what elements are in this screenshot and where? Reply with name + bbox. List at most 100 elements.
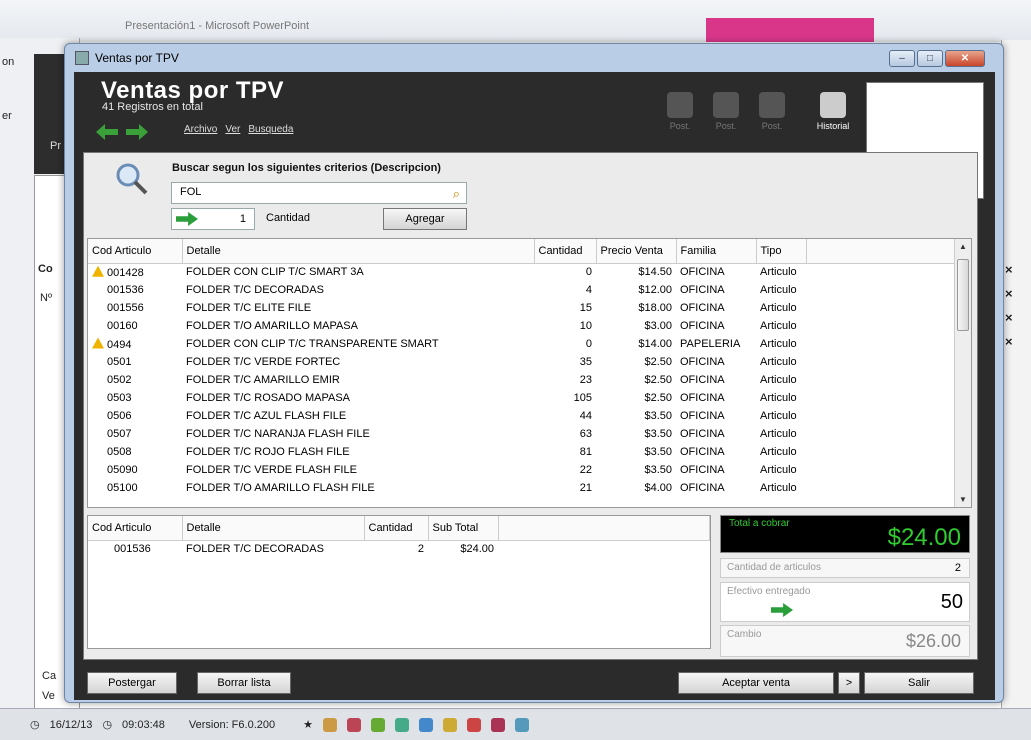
tray-icon[interactable] bbox=[346, 717, 361, 732]
table-row[interactable]: 00160 FOLDER T/O AMARILLO MAPASA 10 $3.00 OF… bbox=[88, 317, 971, 335]
background-label: Co bbox=[38, 263, 53, 275]
close-button[interactable]: ✕ bbox=[945, 50, 985, 67]
column-header[interactable]: Familia bbox=[676, 239, 757, 264]
cell-family: OFICINA bbox=[680, 266, 725, 279]
forward-arrow-icon[interactable] bbox=[126, 124, 148, 140]
column-header[interactable]: Precio Venta bbox=[596, 239, 677, 264]
cell-empty bbox=[806, 299, 971, 317]
magnifier-icon[interactable]: ⌕ bbox=[453, 186, 460, 202]
tray-icon[interactable] bbox=[490, 717, 505, 732]
search-query: FOL bbox=[180, 186, 202, 198]
cell-qty: 0 bbox=[585, 266, 592, 279]
table-row[interactable]: 0501 FOLDER T/C VERDE FORTEC 35 $2.50 OFICIN… bbox=[88, 353, 971, 371]
back-arrow-icon[interactable] bbox=[96, 124, 118, 140]
scroll-thumb[interactable] bbox=[957, 259, 969, 331]
column-header[interactable]: Tipo bbox=[756, 239, 807, 264]
tray-icon[interactable] bbox=[418, 717, 433, 732]
minimize-button[interactable]: – bbox=[889, 50, 915, 67]
cell-subtotal: $24.00 bbox=[460, 543, 494, 556]
cart-row[interactable]: 001536 FOLDER T/C DECORADAS 2 $24.00 bbox=[88, 540, 710, 558]
cart-table[interactable]: Cod Articulo Detalle Cantidad Sub Total … bbox=[87, 515, 711, 649]
scroll-down-icon[interactable]: ▼ bbox=[959, 495, 967, 504]
add-button[interactable]: Agregar bbox=[383, 208, 467, 230]
tray-icon[interactable] bbox=[442, 717, 457, 732]
table-row[interactable]: 0508 FOLDER T/C ROJO FLASH FILE 81 $3.50 OFI… bbox=[88, 443, 971, 461]
code-text: 0494 bbox=[107, 338, 132, 351]
background-label: Ve bbox=[42, 690, 55, 702]
table-row[interactable]: 05100 FOLDER T/O AMARILLO FLASH FILE 21 $4.… bbox=[88, 479, 971, 497]
column-header[interactable]: Detalle bbox=[182, 239, 535, 264]
code-text: 001536 bbox=[107, 284, 144, 296]
tray-icon[interactable] bbox=[322, 717, 337, 732]
table-row[interactable]: 001428 FOLDER CON CLIP T/C SMART 3A 0 $14.5… bbox=[88, 263, 971, 281]
column-header[interactable]: Cantidad bbox=[534, 239, 597, 264]
table-row[interactable]: 0507 FOLDER T/C NARANJA FLASH FILE 63 $3.50… bbox=[88, 425, 971, 443]
cell-detail: FOLDER T/C VERDE FORTEC bbox=[186, 356, 341, 368]
cell-family: OFICINA bbox=[680, 464, 725, 476]
code-text: 05090 bbox=[107, 464, 138, 476]
cash-received-row[interactable]: Efectivo entregado 50 bbox=[720, 582, 970, 622]
close-icon[interactable]: × bbox=[1005, 334, 1013, 349]
background-window-titlebar: Presentación1 - Microsoft PowerPoint bbox=[0, 0, 1031, 42]
menu-busqueda[interactable]: Busqueda bbox=[248, 124, 293, 135]
tray-icon[interactable] bbox=[370, 717, 385, 732]
column-header[interactable]: Detalle bbox=[182, 516, 365, 541]
background-label: on bbox=[2, 56, 15, 68]
tray-icon[interactable] bbox=[394, 717, 409, 732]
cell-qty: 21 bbox=[579, 482, 592, 494]
menu-archivo[interactable]: Archivo bbox=[184, 124, 217, 135]
cell-detail: FOLDER T/C ROJO FLASH FILE bbox=[186, 446, 350, 458]
cell-type: Articulo bbox=[760, 428, 797, 440]
table-row[interactable]: 0503 FOLDER T/C ROSADO MAPASA 105 $2.50 OFIC… bbox=[88, 389, 971, 407]
accept-options-button[interactable]: > bbox=[838, 672, 860, 694]
quantity-input[interactable]: 1 bbox=[171, 208, 255, 230]
results-scrollbar[interactable]: ▲ ▼ bbox=[954, 239, 971, 507]
cell-code: 05090 bbox=[88, 461, 182, 479]
history-button[interactable]: Historial bbox=[810, 92, 856, 131]
table-row[interactable]: 05090 FOLDER T/C VERDE FLASH FILE 22 $3.50 O… bbox=[88, 461, 971, 479]
background-highlight bbox=[706, 18, 874, 42]
cell-qty: 35 bbox=[579, 356, 592, 368]
post-button-3[interactable]: Post. bbox=[752, 92, 792, 131]
table-row[interactable]: 0506 FOLDER T/C AZUL FLASH FILE 44 $3.50 OFI… bbox=[88, 407, 971, 425]
cell-code: 001556 bbox=[88, 299, 182, 317]
cell-qty: 10 bbox=[579, 320, 592, 332]
search-input[interactable]: FOL ⌕ bbox=[171, 182, 467, 204]
column-header[interactable]: Sub Total bbox=[428, 516, 499, 541]
table-row[interactable]: 001536 FOLDER T/C DECORADAS 4 $12.00 OFICINA… bbox=[88, 281, 971, 299]
warning-icon bbox=[92, 337, 104, 349]
cell-family: OFICINA bbox=[680, 356, 725, 368]
tool-label: Historial bbox=[816, 121, 850, 131]
column-header[interactable]: Cantidad bbox=[364, 516, 429, 541]
exit-button[interactable]: Salir bbox=[864, 672, 974, 694]
window-titlebar[interactable]: Ventas por TPV bbox=[65, 44, 1003, 72]
table-row[interactable]: 0502 FOLDER T/C AMARILLO EMIR 23 $2.50 OFICI… bbox=[88, 371, 971, 389]
close-icon[interactable]: × bbox=[1005, 262, 1013, 277]
column-header[interactable]: Cod Articulo bbox=[88, 239, 183, 264]
history-icon bbox=[820, 92, 846, 118]
close-icon[interactable]: × bbox=[1005, 286, 1013, 301]
background-right-panel bbox=[1001, 40, 1031, 720]
cell-type: Articulo bbox=[760, 302, 797, 314]
table-row[interactable]: 0494 FOLDER CON CLIP T/C TRANSPARENTE SMA… bbox=[88, 335, 971, 353]
maximize-button[interactable]: □ bbox=[917, 50, 943, 67]
close-icon[interactable]: × bbox=[1005, 310, 1013, 325]
column-header[interactable]: Cod Articulo bbox=[88, 516, 183, 541]
star-icon[interactable]: ★ bbox=[303, 718, 313, 731]
column-header-empty bbox=[498, 516, 710, 541]
post-button-1[interactable]: Post. bbox=[660, 92, 700, 131]
results-table[interactable]: Cod Articulo Detalle Cantidad Precio Ven… bbox=[87, 238, 972, 508]
scroll-up-icon[interactable]: ▲ bbox=[959, 242, 967, 251]
table-row[interactable]: 001556 FOLDER T/C ELITE FILE 15 $18.00 OFICI… bbox=[88, 299, 971, 317]
cash-received-input[interactable]: 50 bbox=[843, 591, 963, 617]
change-row: Cambio $26.00 bbox=[720, 625, 970, 657]
menu-ver[interactable]: Ver bbox=[225, 124, 240, 135]
post-button-2[interactable]: Post. bbox=[706, 92, 746, 131]
tray-icon[interactable] bbox=[466, 717, 481, 732]
cell-empty bbox=[806, 353, 971, 371]
clear-list-button[interactable]: Borrar lista bbox=[197, 672, 291, 694]
tray-icon[interactable] bbox=[514, 717, 529, 732]
accept-sale-button[interactable]: Aceptar venta bbox=[678, 672, 834, 694]
cell-empty bbox=[806, 371, 971, 389]
postpone-button[interactable]: Postergar bbox=[87, 672, 177, 694]
